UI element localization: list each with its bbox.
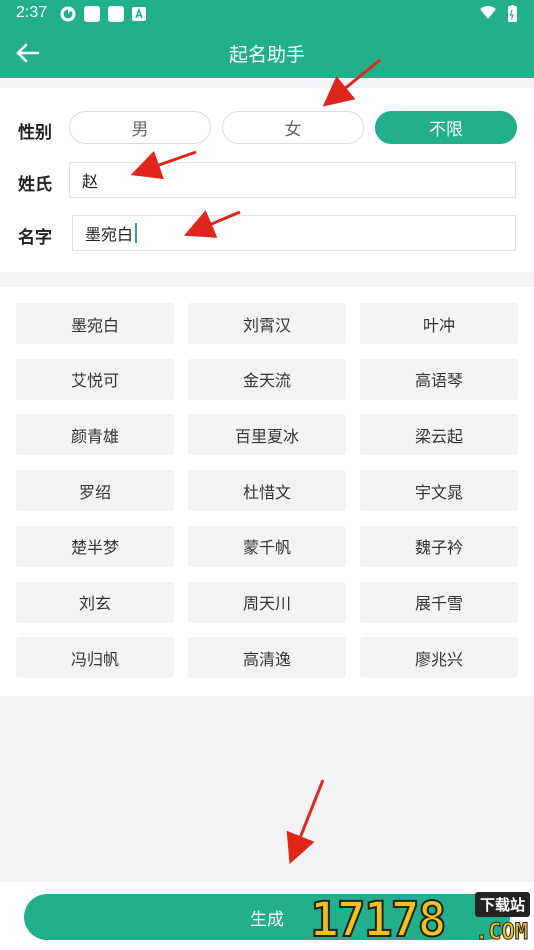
name-chip[interactable]: 刘霄汉 [188, 303, 346, 344]
text-caret [135, 223, 138, 243]
name-chip[interactable]: 百里夏冰 [188, 414, 346, 456]
name-chip[interactable]: 罗绍 [16, 470, 174, 512]
watermark-tag: 下载站 [474, 892, 530, 917]
name-chip[interactable]: 周天川 [188, 581, 346, 623]
watermark-suffix: .COM [475, 920, 529, 946]
gender-option-male[interactable]: 男 [69, 111, 211, 144]
name-chip[interactable]: 魏子衿 [360, 525, 518, 567]
notification-icon [84, 6, 100, 22]
name-chip[interactable]: 高语琴 [360, 358, 518, 400]
surname-field[interactable]: 赵 [69, 162, 516, 198]
name-chip[interactable]: 蒙千帆 [188, 525, 346, 567]
app-bar: 起名助手 [0, 28, 534, 78]
name-chip[interactable]: 冯归帆 [16, 637, 174, 679]
name-chip[interactable]: 墨宛白 [16, 303, 174, 344]
name-chip[interactable]: 刘玄 [16, 581, 174, 623]
app-notification-icon [132, 7, 146, 21]
status-time: 2:37 [16, 4, 48, 21]
name-chip[interactable]: 楚半梦 [16, 525, 174, 567]
watermark-number: 17178 [309, 891, 447, 949]
name-chip[interactable]: 艾悦可 [16, 358, 174, 400]
surname-label: 姓氏 [18, 175, 52, 195]
name-chip[interactable]: 梁云起 [360, 414, 518, 456]
wifi-battery-icon [480, 5, 517, 22]
name-chip[interactable]: 宇文晁 [360, 470, 518, 512]
name-chip[interactable]: 展千雪 [360, 581, 518, 623]
page-title: 起名助手 [228, 44, 305, 66]
surname-value: 赵 [82, 172, 99, 191]
name-chip[interactable]: 颜青雄 [16, 414, 174, 456]
name-value: 墨宛白 [85, 225, 134, 244]
name-chip[interactable]: 叶冲 [360, 303, 518, 344]
site-watermark-logo: 17178 下载站 .COM [309, 890, 534, 950]
gender-option-any[interactable]: 不限 [375, 111, 517, 144]
sync-icon [60, 6, 76, 22]
status-bar: 2:37 [0, 0, 534, 28]
name-field[interactable]: 墨宛白 [72, 215, 516, 251]
name-chip[interactable]: 杜惜文 [188, 470, 346, 512]
notification-icon [108, 6, 124, 22]
name-form: 性别 男 女 不限 姓氏 赵 名字 墨宛白 [0, 88, 534, 272]
gender-option-female[interactable]: 女 [222, 111, 364, 144]
gender-label: 性别 [18, 123, 52, 143]
name-results: 墨宛白 刘霄汉 叶冲艾悦可 金天流 高语琴颜青雄 百里夏冰 梁云起罗绍 杜惜文 宇文晁楚半梦 蒙千… [0, 287, 534, 696]
name-chip[interactable]: 金天流 [188, 358, 346, 400]
name-label: 名字 [18, 228, 52, 248]
name-chip[interactable]: 高清逸 [188, 637, 346, 679]
annotation-arrow [286, 779, 325, 865]
name-chip[interactable]: 廖兆兴 [360, 637, 518, 679]
